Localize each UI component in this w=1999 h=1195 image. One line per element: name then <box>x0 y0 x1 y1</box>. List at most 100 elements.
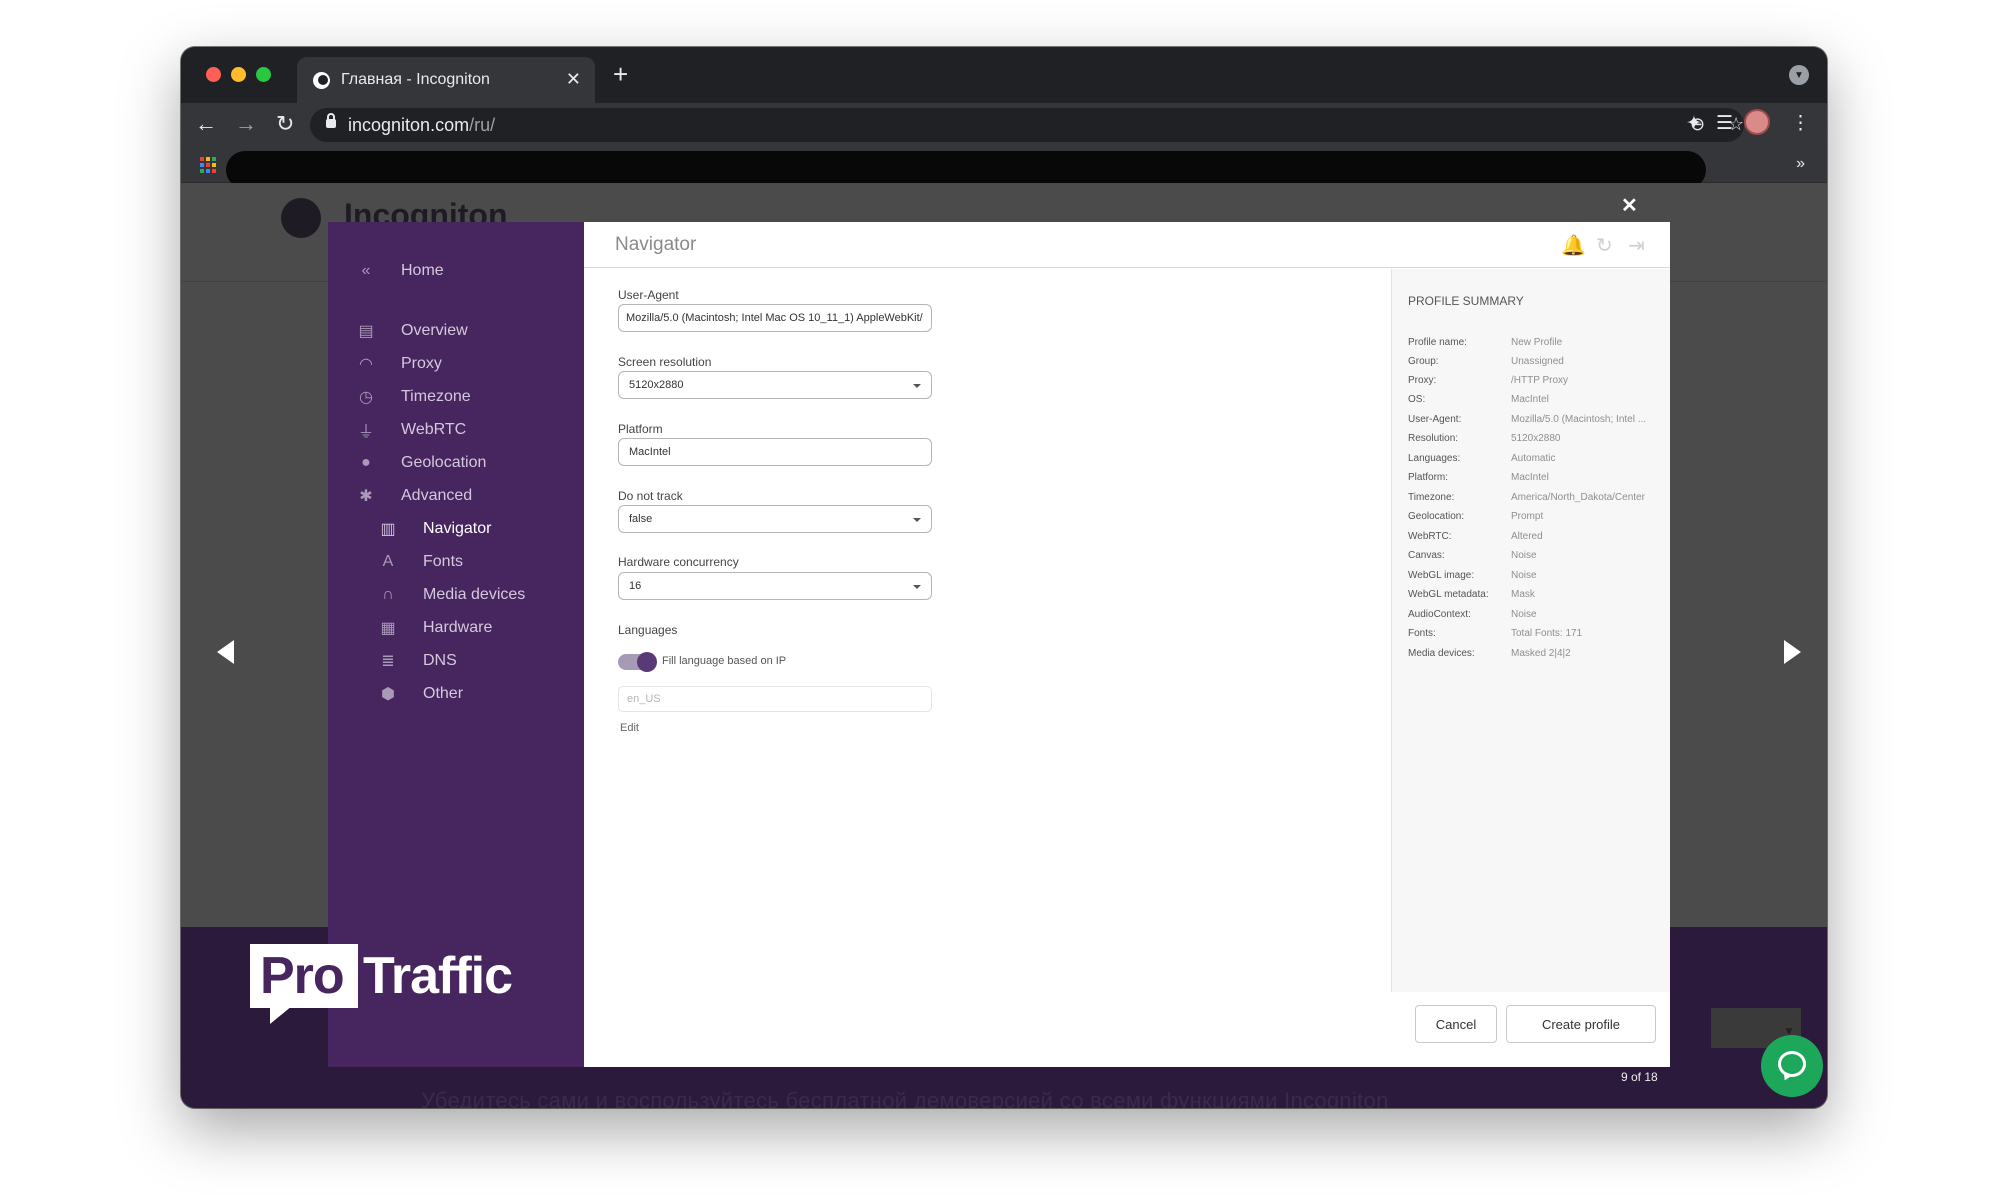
dnt-label: Do not track <box>618 489 683 503</box>
profile-avatar[interactable] <box>1744 109 1770 135</box>
sidebar-item-label: Navigator <box>423 520 492 537</box>
sidebar-item-overview[interactable]: ▤ Overview <box>355 319 468 343</box>
extensions-puzzle-icon[interactable]: ✦ <box>1686 112 1702 135</box>
page-cta-text: Убедитесь сами и воспользуйтесь бесплатн… <box>421 1088 1389 1108</box>
protraffic-watermark: Pro Traffic <box>250 944 522 1024</box>
summary-row: Resolution: 5120x2880 <box>1408 433 1561 444</box>
sidebar-item-label: Media devices <box>423 586 526 603</box>
summary-row: Geolocation: Prompt <box>1408 511 1544 522</box>
wifi-icon: ◠ <box>359 356 373 373</box>
bell-icon[interactable]: 🔔 <box>1561 233 1586 258</box>
summary-row: Languages: Automatic <box>1408 453 1556 464</box>
clock-icon: ◷ <box>359 389 373 406</box>
forward-arrow-icon[interactable]: → <box>235 111 257 137</box>
media-queue-icon[interactable]: ☰ <box>1716 112 1733 135</box>
sidebar-item-other[interactable]: ⬢ Other <box>377 682 463 706</box>
hw-concurrency-select[interactable]: 16 <box>618 572 932 600</box>
sidebar-item-label: Timezone <box>401 388 471 405</box>
user-agent-label: User-Agent <box>618 288 679 302</box>
sidebar-item-label: DNS <box>423 652 457 669</box>
create-profile-button[interactable]: Create profile <box>1506 1005 1656 1043</box>
refresh-icon[interactable]: ↻ <box>1596 233 1613 258</box>
language-input[interactable]: en_US <box>618 686 932 712</box>
apps-grid-icon[interactable] <box>200 157 216 173</box>
new-tab-button[interactable]: + <box>613 61 628 87</box>
toggle-knob <box>637 652 657 672</box>
summary-row: OS: MacIntel <box>1408 394 1549 405</box>
sidebar-item-fonts[interactable]: A Fonts <box>377 550 463 574</box>
summary-row: User-Agent: Mozilla/5.0 (Macintosh; Intel… <box>1408 414 1647 425</box>
sidebar-item-geolocation[interactable]: ● Geolocation <box>355 451 486 475</box>
sidebar-item-label: Geolocation <box>401 454 487 471</box>
summary-row: Platform: MacIntel <box>1408 472 1549 483</box>
sidebar-item-label: Fonts <box>423 553 464 570</box>
logout-icon[interactable]: ⇥ <box>1628 233 1645 258</box>
sidebar-item-proxy[interactable]: ◠ Proxy <box>355 352 442 376</box>
sidebar-item-label: Other <box>423 685 464 702</box>
back-arrow-icon[interactable]: ← <box>195 111 217 137</box>
languages-label: Languages <box>618 623 678 637</box>
sidebar-item-navigator[interactable]: ▥ Navigator <box>377 517 491 541</box>
summary-row: Media devices: Masked 2|4|2 <box>1408 648 1571 659</box>
watermark-traffic-text: Traffic <box>363 947 513 1005</box>
main-header: Navigator 🔔 ↻ ⇥ <box>584 222 1670 268</box>
headphones-icon: ∩ <box>382 586 394 603</box>
sidebar-item-label: Hardware <box>423 619 493 636</box>
edit-languages-link[interactable]: Edit <box>620 722 639 734</box>
sidebar-item-label: Proxy <box>401 355 442 372</box>
chip-icon: ▦ <box>380 620 396 637</box>
summary-row: WebGL metadata: Mask <box>1408 589 1535 600</box>
screenshot-stage: Главная - Incogniton ✕ + ▼ ← → ↻ incogni… <box>0 0 1999 1195</box>
cancel-button[interactable]: Cancel <box>1415 1005 1497 1043</box>
hw-concurrency-label: Hardware concurrency <box>618 555 739 569</box>
summary-row: Proxy:/HTTP Proxy <box>1408 375 1569 386</box>
sidebar-item-media-devices[interactable]: ∩ Media devices <box>377 583 525 607</box>
summary-row: Group: Unassigned <box>1408 356 1564 367</box>
plug-icon: ⏚ <box>357 424 374 441</box>
summary-actions: Cancel Create profile <box>1391 992 1670 1067</box>
address-bar[interactable]: incogniton.com/ru/ ⊖ ☆ <box>310 108 1744 142</box>
lightbox-close-icon[interactable]: ✕ <box>1621 193 1638 218</box>
sidebar-item-hardware[interactable]: ▦ Hardware <box>377 616 492 640</box>
map-icon: ▥ <box>380 521 396 538</box>
summary-row: WebRTC: Altered <box>1408 531 1543 542</box>
user-agent-field[interactable]: Mozilla/5.0 (Macintosh; Intel Mac OS 10_… <box>618 304 932 332</box>
resolution-select[interactable]: 5120x2880 <box>618 371 932 399</box>
summary-row: AudioContext: Noise <box>1408 609 1537 620</box>
platform-field[interactable]: MacIntel <box>618 438 932 466</box>
more-bookmarks-icon[interactable]: » <box>1796 155 1805 173</box>
summary-row: WebGL image: Noise <box>1408 570 1537 581</box>
profile-editor: « Home ▤ Overview ◠ Proxy ◷ Timezone ⏚ W… <box>250 222 1670 1067</box>
sidebar-home[interactable]: « Home <box>355 259 444 283</box>
browser-menu-icon[interactable]: ⋮ <box>1791 112 1810 135</box>
id-card-icon: ▤ <box>358 323 374 340</box>
browser-toolbar: ← → ↻ incogniton.com/ru/ ⊖ ☆ ✦ ☰ ⋮ <box>181 103 1827 147</box>
platform-label: Platform <box>618 422 663 436</box>
maximize-window-button[interactable] <box>256 67 271 82</box>
incogniton-logo-icon <box>281 198 321 238</box>
dnt-select[interactable]: false <box>618 505 932 533</box>
cube-icon: ⬢ <box>381 686 395 703</box>
minimize-window-button[interactable] <box>231 67 246 82</box>
sidebar-item-label: Overview <box>401 322 468 339</box>
reload-icon[interactable]: ↻ <box>276 111 294 137</box>
gallery-prev-icon[interactable] <box>217 640 234 664</box>
fill-language-label: Fill language based on IP <box>662 655 787 667</box>
sidebar-item-webrtc[interactable]: ⏚ WebRTC <box>355 418 466 442</box>
map-pin-icon: ● <box>361 454 371 471</box>
double-chevron-left-icon: « <box>361 262 371 279</box>
close-window-button[interactable] <box>206 67 221 82</box>
sidebar-item-advanced[interactable]: ✱ Advanced <box>355 484 472 508</box>
chat-widget-button[interactable] <box>1761 1035 1823 1097</box>
tab-search-icon[interactable]: ▼ <box>1789 65 1809 85</box>
tab-close-icon[interactable]: ✕ <box>566 69 581 90</box>
fill-language-toggle[interactable] <box>618 652 657 672</box>
watermark-box: Pro <box>250 944 358 1024</box>
gallery-next-icon[interactable] <box>1784 640 1801 664</box>
bookmarks-bar: » <box>181 147 1827 189</box>
sidebar-item-timezone[interactable]: ◷ Timezone <box>355 385 471 409</box>
sidebar-item-dns[interactable]: ≣ DNS <box>377 649 457 673</box>
asterisk-icon: ✱ <box>359 488 373 505</box>
tab-title: Главная - Incogniton <box>341 71 490 88</box>
browser-tab[interactable]: Главная - Incogniton ✕ <box>297 57 595 103</box>
